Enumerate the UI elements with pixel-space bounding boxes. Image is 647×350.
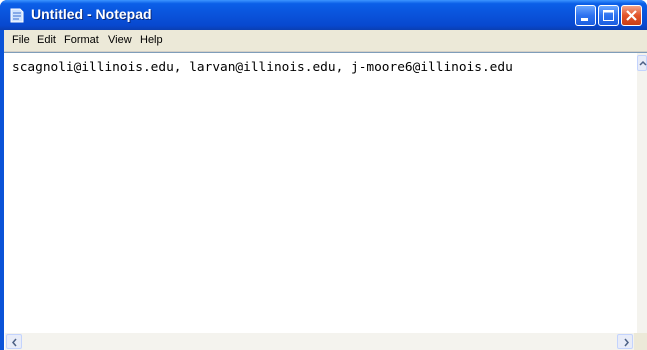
scroll-left-button[interactable] — [6, 334, 22, 349]
minimize-icon — [581, 18, 588, 21]
menu-bar: File Edit Format View Help — [4, 30, 647, 52]
scroll-right-button[interactable] — [617, 334, 633, 349]
title-bar[interactable]: Untitled - Notepad — [0, 0, 647, 30]
menu-help[interactable]: Help — [140, 34, 163, 46]
menu-view[interactable]: View — [108, 34, 132, 46]
chevron-up-icon — [639, 60, 647, 66]
window-title: Untitled - Notepad — [31, 6, 152, 22]
maximize-icon — [603, 10, 614, 21]
notepad-window: Untitled - Notepad File Edit Format View… — [0, 0, 647, 350]
horizontal-scrollbar[interactable] — [5, 333, 647, 350]
size-grip[interactable] — [634, 333, 647, 350]
maximize-button[interactable] — [598, 5, 619, 26]
menu-file[interactable]: File — [12, 34, 30, 46]
close-button[interactable] — [621, 5, 642, 26]
notepad-icon[interactable] — [10, 8, 24, 23]
document-text: scagnoli@illinois.edu, larvan@illinois.e… — [12, 60, 513, 75]
menu-edit[interactable]: Edit — [37, 34, 56, 46]
menu-format[interactable]: Format — [64, 34, 99, 46]
minimize-button[interactable] — [575, 5, 596, 26]
chevron-left-icon — [12, 338, 17, 347]
text-editor[interactable]: scagnoli@illinois.edu, larvan@illinois.e… — [4, 52, 647, 350]
close-icon — [626, 10, 637, 21]
chevron-right-icon — [624, 338, 629, 347]
vertical-scrollbar[interactable] — [637, 53, 647, 333]
scroll-up-button[interactable] — [637, 55, 647, 71]
